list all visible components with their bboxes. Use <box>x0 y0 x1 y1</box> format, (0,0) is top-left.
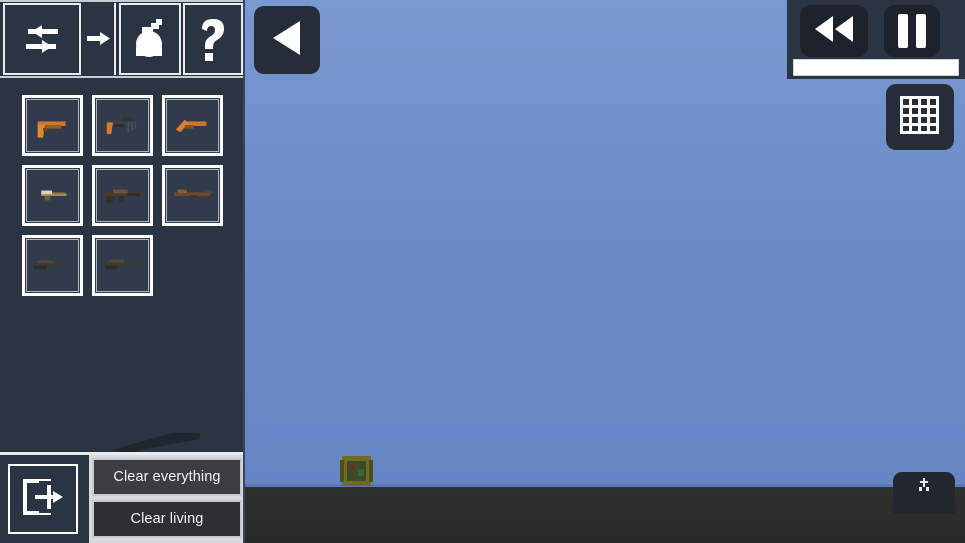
held-weapon-silhouette <box>112 433 200 453</box>
carbine-icon <box>174 189 212 200</box>
exit-button[interactable] <box>8 464 78 534</box>
question-mark-icon <box>196 16 230 62</box>
toolbar-button-next[interactable] <box>86 3 116 75</box>
sidebar-edge <box>243 0 245 543</box>
toolbar-button-swap[interactable] <box>3 3 81 75</box>
weapon-slot-assault-rifle[interactable] <box>92 165 153 226</box>
swap-arrows-icon <box>18 19 66 59</box>
weapon-sidebar: Clear everything Clear living <box>0 0 245 543</box>
world-object-crate[interactable] <box>340 456 373 486</box>
toolbar-button-help[interactable] <box>183 3 243 75</box>
weapon-slot-sawed-off[interactable] <box>162 95 223 156</box>
pause-bar-right <box>916 14 926 48</box>
crate-edge-left <box>340 460 344 482</box>
grenade-icon <box>129 17 171 61</box>
weapon-slot-smg[interactable] <box>22 165 83 226</box>
pistol-icon <box>37 121 66 138</box>
pause-bar-left <box>898 14 908 48</box>
grid-icon <box>898 94 942 141</box>
assault-rifle-icon <box>104 189 142 205</box>
clear-buttons-group: Clear everything Clear living <box>89 455 245 543</box>
grid-toggle-button[interactable] <box>886 84 954 150</box>
weapon-grid <box>0 84 245 309</box>
weapon-slot-revolver[interactable] <box>92 95 153 156</box>
sawed-off-icon <box>175 119 207 133</box>
exit-door-icon <box>21 477 65 522</box>
sniper-rifle-icon <box>32 260 72 270</box>
toolbar-bottom-rule <box>0 76 245 78</box>
sidebar-bottom-bar: Clear everything Clear living <box>0 452 245 543</box>
rewind-button[interactable] <box>800 5 868 57</box>
smg-icon <box>41 190 67 201</box>
rewind-icon <box>812 14 856 49</box>
sidebar-toolbar <box>0 0 245 78</box>
toolbar-top-rule <box>0 0 245 2</box>
toolbar-button-grenade[interactable] <box>119 3 181 75</box>
shotgun-icon <box>104 259 142 270</box>
revolver-icon <box>106 117 137 135</box>
weapon-slot-sniper-rifle[interactable] <box>22 235 83 296</box>
triangle-left-icon <box>270 19 304 62</box>
crate-detail-green <box>358 469 364 476</box>
spawn-menu-button[interactable] <box>893 472 955 514</box>
pause-button[interactable] <box>884 5 940 57</box>
crate-edge-right <box>369 460 373 482</box>
weapon-slot-shotgun[interactable] <box>92 235 153 296</box>
crate-detail-red <box>350 465 355 470</box>
time-slider[interactable] <box>793 59 959 76</box>
playback-panel <box>787 0 965 79</box>
weapon-slot-pistol[interactable] <box>22 95 83 156</box>
clear-everything-button[interactable]: Clear everything <box>92 458 242 496</box>
clear-living-button[interactable]: Clear living <box>92 500 242 538</box>
anchor-icon <box>918 478 930 497</box>
weapon-slot-carbine[interactable] <box>162 165 223 226</box>
arrow-right-icon <box>87 26 113 52</box>
game-screen: Clear everything Clear living <box>0 0 965 543</box>
back-button[interactable] <box>254 6 320 74</box>
